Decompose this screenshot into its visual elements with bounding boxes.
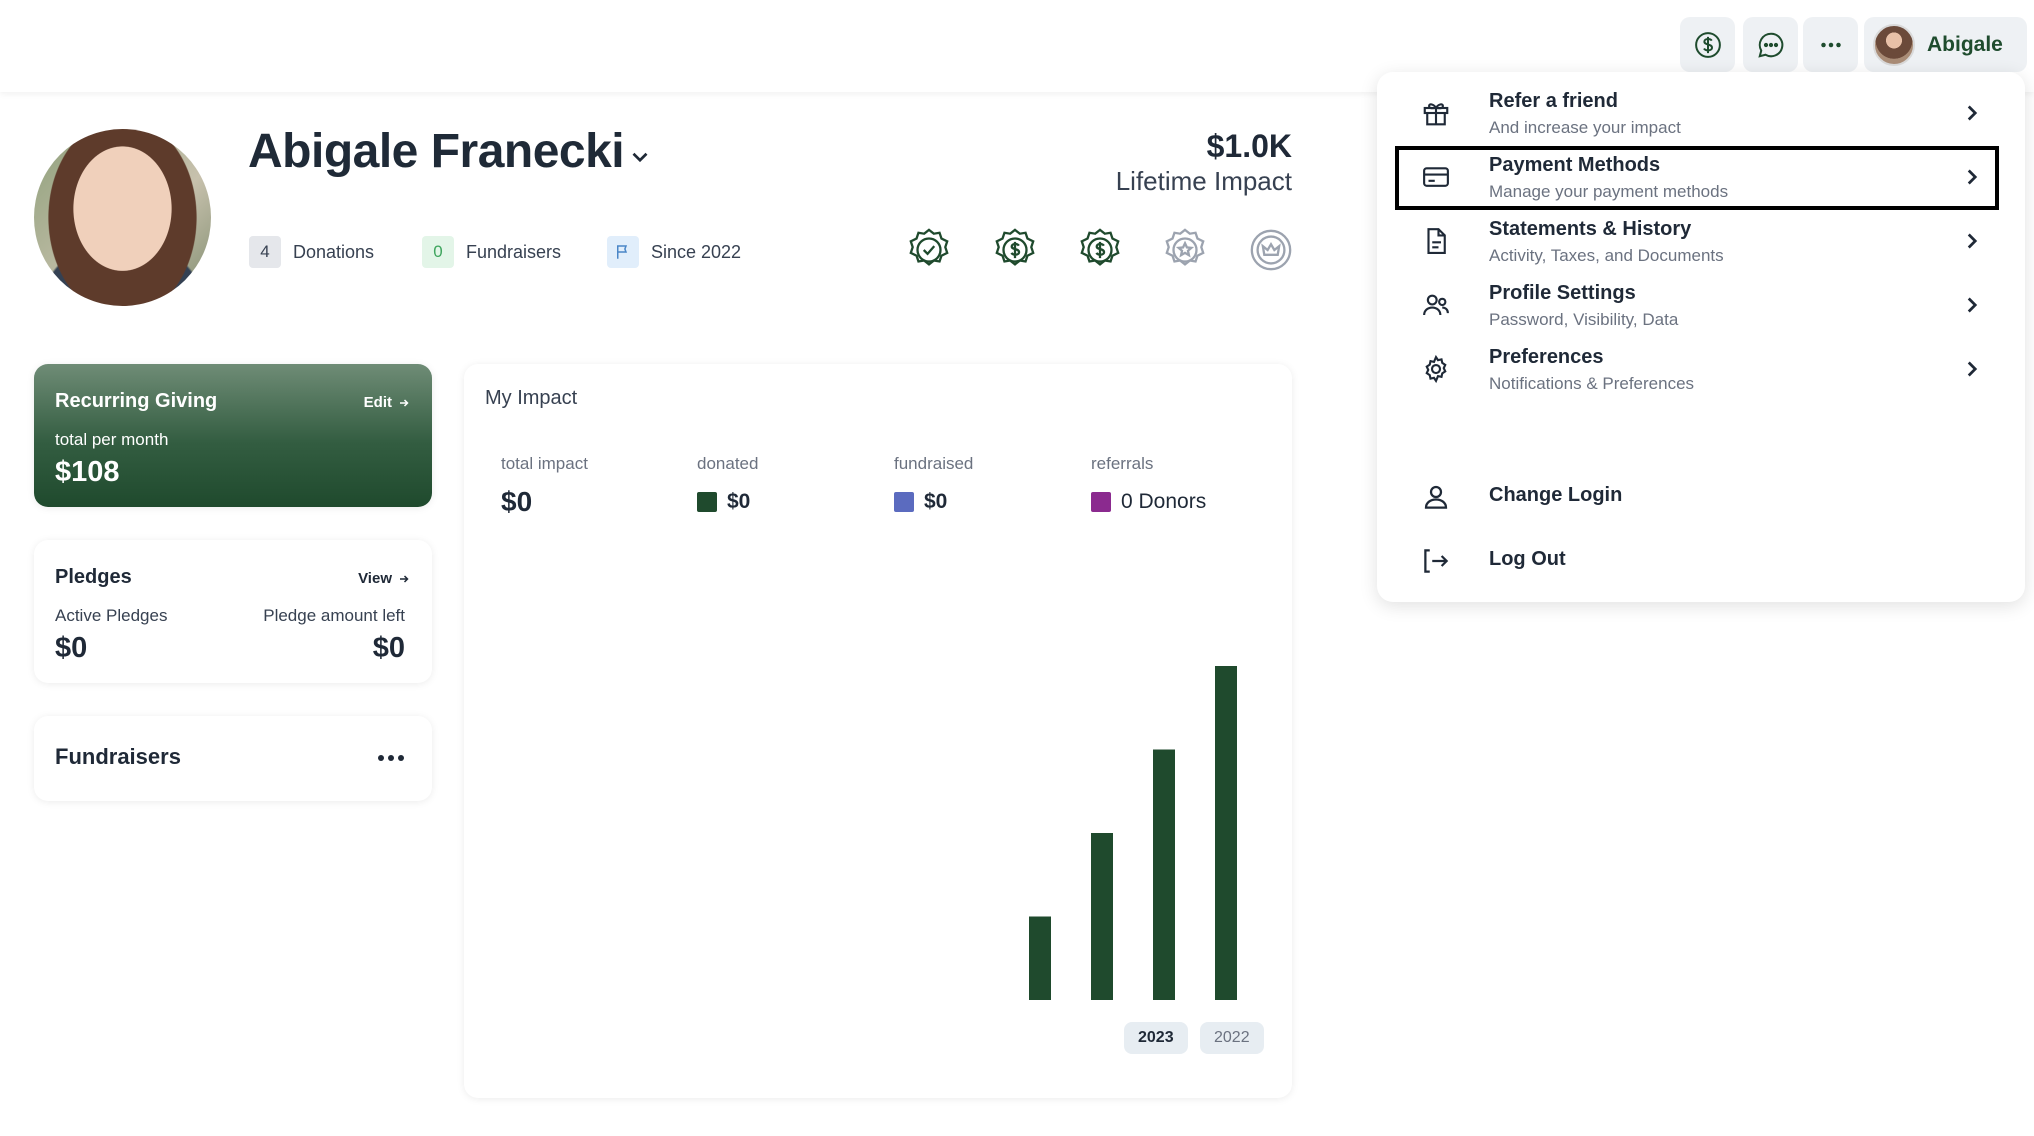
menu-item-title: Refer a friend	[1489, 90, 1618, 112]
user-dropdown-menu: Refer a friend And increase your impact …	[1377, 72, 2025, 602]
profile-name[interactable]: Abigale Franecki	[248, 124, 625, 179]
log-out-label: Log Out	[1489, 548, 1566, 570]
users-icon	[1423, 294, 1449, 316]
crown-badge-icon	[1250, 229, 1292, 271]
active-pledges-label: Active Pledges	[55, 606, 168, 625]
flag-icon	[617, 245, 628, 259]
change-login-label: Change Login	[1489, 484, 1623, 506]
gear-icon	[1425, 354, 1447, 384]
dollar-badge-icon	[995, 228, 1035, 266]
chart-bar	[1153, 749, 1175, 1000]
profile-avatar	[34, 129, 211, 306]
menu-item-profile-settings[interactable]: Profile Settings Password, Visibility, D…	[1395, 274, 1999, 338]
more-icon	[1820, 42, 1841, 47]
view-label: View	[358, 570, 392, 587]
edit-recurring-link[interactable]: Edit	[364, 394, 410, 411]
chevron-down-icon[interactable]	[627, 144, 653, 170]
my-impact-card: My Impact total impact $0 donated $0 fun…	[464, 364, 1292, 1098]
menu-item-title: Payment Methods	[1489, 154, 1661, 176]
recurring-sub: total per month	[55, 430, 169, 449]
pledges-title: Pledges	[55, 566, 132, 588]
fundraisers-count: 0	[422, 236, 454, 268]
user-icon	[1424, 485, 1448, 509]
lifetime-label: Lifetime Impact	[1115, 166, 1292, 196]
chevron-right-icon	[1967, 361, 1978, 377]
since-label: Since 2022	[651, 241, 742, 262]
check-badge-icon	[909, 228, 949, 266]
more-icon[interactable]	[376, 748, 406, 768]
menu-item-title: Statements & History	[1489, 218, 1692, 240]
view-pledges-link[interactable]: View	[358, 570, 410, 587]
menu-item-statements-history[interactable]: Statements & History Activity, Taxes, an…	[1395, 210, 1999, 274]
log-out-icon	[1424, 549, 1449, 573]
chevron-right-icon	[1967, 297, 1978, 313]
dollar-icon	[1694, 31, 1721, 58]
year-2023-tab[interactable]: 2023	[1124, 1022, 1188, 1054]
credit-card-icon	[1423, 167, 1449, 187]
impact-bar-chart	[1029, 666, 1237, 1000]
star-badge-icon	[1165, 228, 1205, 266]
chevron-right-icon	[1967, 169, 1978, 185]
recurring-title: Recurring Giving	[55, 390, 218, 412]
donations-label: Donations	[293, 241, 375, 262]
document-icon	[1427, 228, 1446, 254]
menu-item-title: Profile Settings	[1489, 282, 1636, 304]
chat-icon	[1757, 32, 1783, 58]
gift-icon	[1423, 103, 1449, 126]
fundraisers-title: Fundraisers	[55, 744, 181, 769]
arrow-right-icon	[400, 574, 409, 583]
user-menu-button[interactable]: Abigale	[1864, 17, 2027, 72]
pledge-left-value: $0	[372, 632, 405, 664]
year-2022-tab[interactable]: 2022	[1200, 1022, 1264, 1054]
pledges-card: Pledges View Active Pledges $0 Pledge am…	[34, 540, 432, 683]
flag-badge	[607, 236, 639, 268]
menu-item-subtitle: Activity, Taxes, and Documents	[1489, 246, 1724, 265]
stat-fundraisers: 0 Fundraisers	[422, 236, 561, 268]
menu-item-refer-friend[interactable]: Refer a friend And increase your impact	[1395, 82, 1999, 146]
menu-item-change-login[interactable]: Change Login	[1395, 470, 1999, 524]
lifetime-amount: $1.0K	[1206, 128, 1292, 164]
more-button[interactable]	[1803, 17, 1858, 72]
dollar-badge-icon	[1080, 228, 1120, 266]
menu-item-log-out[interactable]: Log Out	[1395, 534, 1999, 588]
menu-item-title: Preferences	[1489, 346, 1604, 368]
menu-item-preferences[interactable]: Preferences Notifications & Preferences	[1395, 338, 1999, 402]
active-pledges-value: $0	[55, 632, 88, 664]
fundraisers-card: Fundraisers	[34, 716, 432, 801]
donations-count: 4	[249, 236, 281, 268]
chevron-right-icon	[1967, 233, 1978, 249]
messages-button[interactable]	[1743, 17, 1798, 72]
recurring-amount: $108	[55, 456, 120, 488]
chart-bar	[1091, 833, 1113, 1000]
chart-bar	[1215, 666, 1237, 1000]
recurring-giving-card: Recurring Giving Edit total per month $1…	[34, 364, 432, 507]
avatar	[1873, 23, 1915, 66]
menu-item-payment-methods[interactable]: Payment Methods Manage your payment meth…	[1395, 146, 1999, 210]
arrow-right-icon	[400, 398, 409, 407]
pledge-left-label: Pledge amount left	[263, 606, 405, 625]
stat-since: Since 2022	[607, 236, 741, 268]
menu-item-subtitle: Notifications & Preferences	[1489, 374, 1695, 393]
chevron-right-icon	[1967, 105, 1978, 121]
user-name: Abigale	[1927, 32, 2003, 56]
chart-bar	[1029, 916, 1051, 1000]
menu-item-subtitle: Password, Visibility, Data	[1489, 310, 1679, 329]
menu-item-subtitle: And increase your impact	[1489, 118, 1681, 137]
fundraisers-label: Fundraisers	[466, 241, 562, 262]
stat-donations: 4 Donations	[249, 236, 374, 268]
edit-label: Edit	[363, 394, 392, 411]
menu-item-subtitle: Manage your payment methods	[1489, 182, 1729, 201]
dollar-button[interactable]	[1680, 17, 1735, 72]
